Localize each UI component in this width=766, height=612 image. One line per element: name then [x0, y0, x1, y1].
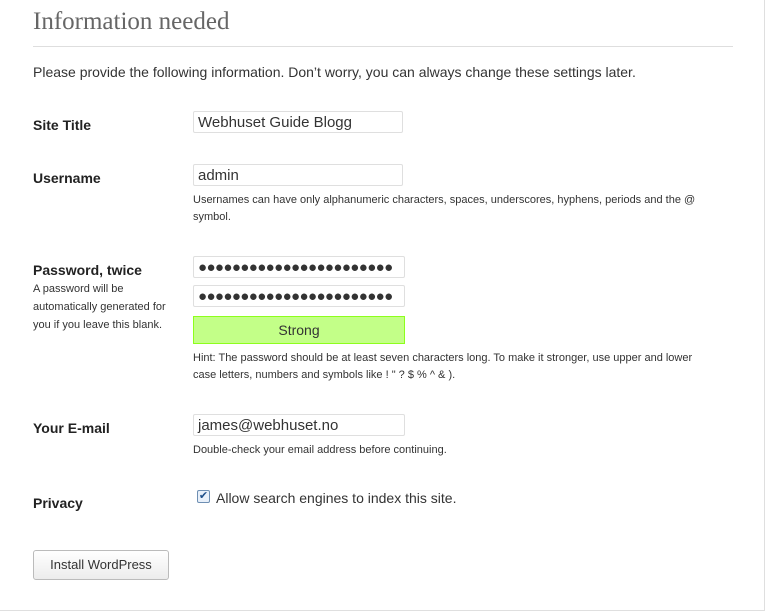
password-note-line: you if you leave this blank. [33, 319, 163, 331]
intro-text: Please provide the following information… [33, 64, 636, 80]
password-strength-indicator: Strong [193, 316, 405, 344]
search-engine-checkbox-label[interactable]: Allow search engines to index this site. [216, 490, 456, 506]
site-title-input[interactable]: Webhuset Guide Blogg [193, 111, 403, 133]
username-hint-line: Usernames can have only alphanumeric cha… [193, 194, 696, 206]
privacy-label: Privacy [33, 495, 83, 511]
username-label: Username [33, 170, 101, 186]
email-hint: Double-check your email address before c… [193, 444, 447, 456]
password-confirm-input[interactable]: ●●●●●●●●●●●●●●●●●●●●●●● [193, 285, 405, 307]
password-hint-line: case letters, numbers and symbols like !… [193, 369, 456, 381]
password-note-line: automatically generated for [33, 301, 166, 313]
password-note-line: A password will be [33, 283, 124, 295]
email-input[interactable]: james@webhuset.no [193, 414, 405, 436]
page-title: Information needed [33, 8, 230, 35]
search-engine-checkbox[interactable]: ✔ [197, 490, 210, 503]
install-wordpress-button[interactable]: Install WordPress [33, 550, 169, 580]
username-hint-line: symbol. [193, 211, 231, 223]
site-title-label: Site Title [33, 117, 92, 133]
password-hint: Hint: The password should be at least se… [193, 350, 713, 384]
username-input[interactable]: admin [193, 164, 403, 186]
title-divider [33, 46, 733, 47]
email-label: Your E-mail [33, 420, 110, 436]
username-hint: Usernames can have only alphanumeric cha… [193, 192, 713, 226]
password-note: A password will be automatically generat… [33, 280, 173, 334]
password-label: Password, twice [33, 262, 142, 278]
password-hint-line: Hint: The password should be at least se… [193, 352, 693, 364]
password-input[interactable]: ●●●●●●●●●●●●●●●●●●●●●●● [193, 256, 405, 278]
